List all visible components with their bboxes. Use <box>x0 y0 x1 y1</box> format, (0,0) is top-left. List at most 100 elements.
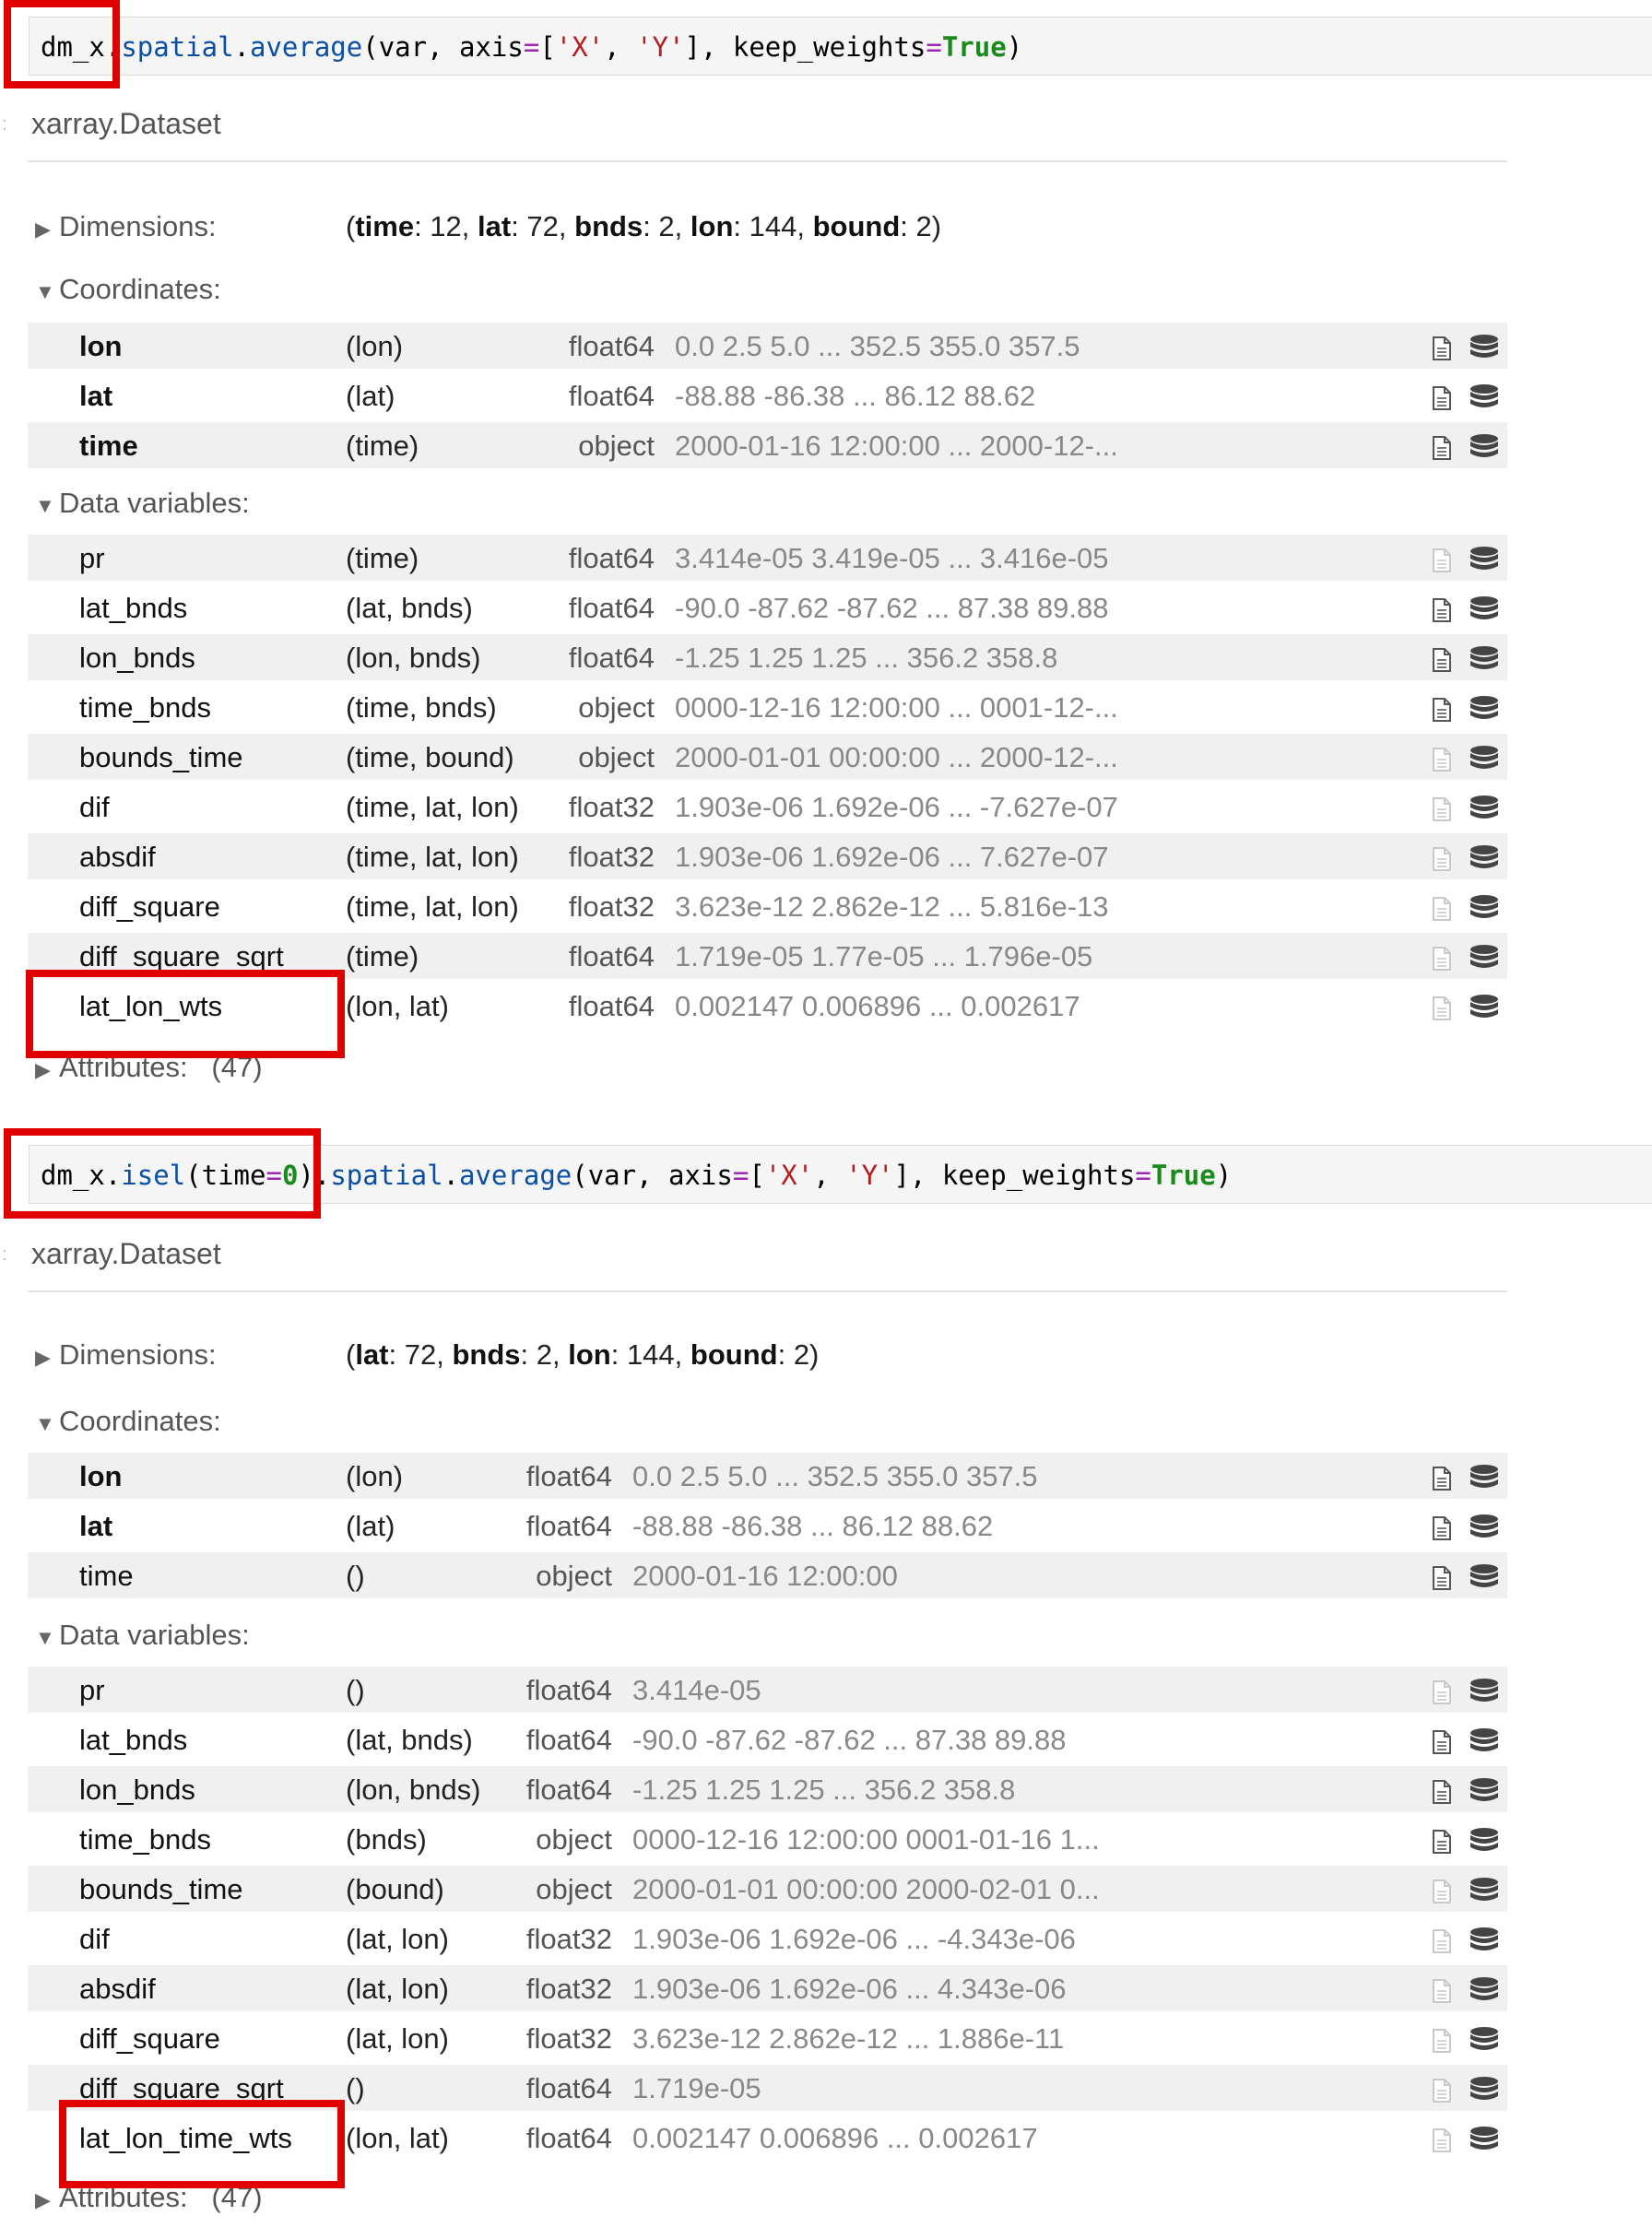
variable-row-lat-lon-wts[interactable]: lat_lon_wts (lon, lat) float64 0.002147 0.0… <box>28 983 1507 1029</box>
file-doc-icon[interactable] <box>1432 1466 1452 1491</box>
variable-row-absdif[interactable]: absdif (time, lat, lon) float32 1.903e-06 1… <box>28 833 1507 879</box>
variable-row-lon-bnds[interactable]: lon_bnds (lon, bnds) float64 -1.25 1.25 1.2… <box>28 1766 1507 1812</box>
variable-row-time-bnds[interactable]: time_bnds (bnds) object 0000-12-16 12:00:00… <box>28 1816 1507 1862</box>
data-variables-header[interactable]: ▼ Data variables: <box>35 1619 250 1652</box>
variable-row-time-bnds[interactable]: time_bnds (time, bnds) object 0000-12-16 12… <box>28 684 1507 730</box>
database-icon[interactable] <box>1469 844 1500 874</box>
database-icon[interactable] <box>1469 1976 1500 2006</box>
variable-preview: -90.0 -87.62 -87.62 ... 87.38 89.88 <box>675 592 1109 624</box>
file-doc-icon[interactable] <box>1432 896 1452 922</box>
file-doc-icon[interactable] <box>1432 796 1452 822</box>
file-doc-icon[interactable] <box>1432 1928 1452 1954</box>
coordinate-row-time[interactable]: time () object 2000-01-16 12:00:00 <box>28 1552 1507 1598</box>
file-doc-icon[interactable] <box>1432 996 1452 1021</box>
variable-row-lat-bnds[interactable]: lat_bnds (lat, bnds) float64 -90.0 -87.62 -… <box>28 1716 1507 1762</box>
file-doc-icon[interactable] <box>1432 647 1452 673</box>
database-icon[interactable] <box>1469 695 1500 725</box>
file-doc-icon[interactable] <box>1432 2028 1452 2054</box>
database-icon[interactable] <box>1469 944 1500 973</box>
database-icon[interactable] <box>1469 1678 1500 1707</box>
code-line[interactable]: dm_x.spatial.average(var, axis=['X', 'Y'… <box>41 31 1022 63</box>
variable-dtype: object <box>578 741 655 773</box>
database-icon[interactable] <box>1469 1563 1500 1593</box>
database-icon[interactable] <box>1469 595 1500 625</box>
coordinate-row-lat[interactable]: lat (lat) float64 -88.88 -86.38 ... 86.12 8… <box>28 372 1507 418</box>
variable-row-bounds-time[interactable]: bounds_time (time, bound) object 2000-01-01… <box>28 734 1507 780</box>
variable-row-diff-square-sqrt[interactable]: diff_square_sqrt () float64 1.719e-05 <box>28 2065 1507 2111</box>
database-icon[interactable] <box>1469 994 1500 1023</box>
file-doc-icon[interactable] <box>1432 336 1452 361</box>
variable-row-diff-square[interactable]: diff_square (lat, lon) float32 3.623e-12 2.… <box>28 2015 1507 2061</box>
data-variables-header[interactable]: ▼ Data variables: <box>35 487 250 520</box>
coordinates-header[interactable]: ▼ Coordinates: <box>35 273 221 306</box>
file-doc-icon[interactable] <box>1432 946 1452 972</box>
database-icon[interactable] <box>1469 546 1500 575</box>
file-doc-icon[interactable] <box>1432 697 1452 723</box>
variable-row-dif[interactable]: dif (lat, lon) float32 1.903e-06 1.692e-06 … <box>28 1915 1507 1962</box>
row-actions <box>1424 334 1498 363</box>
file-doc-icon[interactable] <box>1432 846 1452 872</box>
file-doc-icon[interactable] <box>1432 548 1452 573</box>
database-icon[interactable] <box>1469 433 1500 463</box>
coordinates-header[interactable]: ▼ Coordinates: <box>35 1405 221 1438</box>
variable-row-diff-square-sqrt[interactable]: diff_square_sqrt (time) float64 1.719e-05 1… <box>28 933 1507 979</box>
file-doc-icon[interactable] <box>1432 435 1452 461</box>
variable-name: dif <box>79 1923 110 1955</box>
file-doc-icon[interactable] <box>1432 1779 1452 1805</box>
file-doc-icon[interactable] <box>1432 747 1452 772</box>
code-cell-1[interactable]: dm_x.spatial.average(var, axis=['X', 'Y'… <box>29 17 1652 76</box>
database-icon[interactable] <box>1469 1827 1500 1856</box>
file-doc-icon[interactable] <box>1432 2078 1452 2103</box>
file-doc-icon[interactable] <box>1432 1729 1452 1755</box>
variable-preview: 3.623e-12 2.862e-12 ... 5.816e-13 <box>675 890 1109 923</box>
variable-row-lat-bnds[interactable]: lat_bnds (lat, bnds) float64 -90.0 -87.62 -… <box>28 584 1507 630</box>
code-line[interactable]: dm_x.isel(time=0).spatial.average(var, a… <box>41 1160 1232 1191</box>
database-icon[interactable] <box>1469 383 1500 413</box>
file-doc-icon[interactable] <box>1432 1879 1452 1904</box>
variable-row-diff-square[interactable]: diff_square (time, lat, lon) float32 3.623e… <box>28 883 1507 929</box>
attributes-header[interactable]: ▶ Attributes: (47) <box>35 1051 263 1084</box>
database-icon[interactable] <box>1469 2026 1500 2056</box>
dimensions-header[interactable]: ▶ Dimensions: <box>35 210 217 243</box>
file-doc-icon[interactable] <box>1432 1978 1452 2004</box>
variable-row-absdif[interactable]: absdif (lat, lon) float32 1.903e-06 1.692e-… <box>28 1965 1507 2011</box>
file-doc-icon[interactable] <box>1432 597 1452 623</box>
variable-row-dif[interactable]: dif (time, lat, lon) float32 1.903e-06 1.69… <box>28 784 1507 830</box>
file-doc-icon[interactable] <box>1432 1515 1452 1541</box>
coordinate-row-time[interactable]: time (time) object 2000-01-16 12:00:00 ... … <box>28 422 1507 468</box>
coordinate-row-lon[interactable]: lon (lon) float64 0.0 2.5 5.0 ... 352.5 355… <box>28 323 1507 369</box>
database-icon[interactable] <box>1469 2076 1500 2105</box>
variable-dims: (lon, bnds) <box>346 1774 481 1806</box>
database-icon[interactable] <box>1469 1727 1500 1757</box>
database-icon[interactable] <box>1469 1777 1500 1807</box>
file-doc-icon[interactable] <box>1432 1679 1452 1705</box>
attributes-header[interactable]: ▶ Attributes: (47) <box>35 2181 263 2214</box>
database-icon[interactable] <box>1469 334 1500 363</box>
database-icon[interactable] <box>1469 1514 1500 1543</box>
coordinate-row-lat[interactable]: lat (lat) float64 -88.88 -86.38 ... 86.12 8… <box>28 1502 1507 1549</box>
file-doc-icon[interactable] <box>1432 385 1452 411</box>
database-icon[interactable] <box>1469 645 1500 675</box>
code-cell-2[interactable]: dm_x.isel(time=0).spatial.average(var, a… <box>29 1145 1652 1204</box>
file-doc-icon[interactable] <box>1432 1829 1452 1855</box>
file-doc-icon[interactable] <box>1432 2127 1452 2153</box>
database-icon[interactable] <box>1469 1877 1500 1906</box>
variable-row-pr[interactable]: pr (time) float64 3.414e-05 3.419e-05 ... 3… <box>28 535 1507 581</box>
variable-row-bounds-time[interactable]: bounds_time (bound) object 2000-01-01 00:00… <box>28 1866 1507 1912</box>
file-doc-icon[interactable] <box>1432 1565 1452 1591</box>
coordinate-row-lon[interactable]: lon (lon) float64 0.0 2.5 5.0 ... 352.5 355… <box>28 1453 1507 1499</box>
variable-row-lat-lon-time-wts[interactable]: lat_lon_time_wts (lon, lat) float64 0.00214… <box>28 2115 1507 2161</box>
variable-row-pr[interactable]: pr () float64 3.414e-05 <box>28 1667 1507 1713</box>
database-icon[interactable] <box>1469 745 1500 774</box>
variable-row-lon-bnds[interactable]: lon_bnds (lon, bnds) float64 -1.25 1.25 1.2… <box>28 634 1507 680</box>
database-icon[interactable] <box>1469 894 1500 924</box>
dimensions-header[interactable]: ▶ Dimensions: <box>35 1338 217 1372</box>
database-icon[interactable] <box>1469 2126 1500 2155</box>
database-icon[interactable] <box>1469 1927 1500 1956</box>
row-actions <box>1424 546 1498 575</box>
variable-name: diff_square <box>79 890 220 923</box>
database-icon[interactable] <box>1469 795 1500 824</box>
database-icon[interactable] <box>1469 1464 1500 1493</box>
variable-dtype: float32 <box>568 791 655 823</box>
variable-dtype: float64 <box>525 2072 612 2104</box>
